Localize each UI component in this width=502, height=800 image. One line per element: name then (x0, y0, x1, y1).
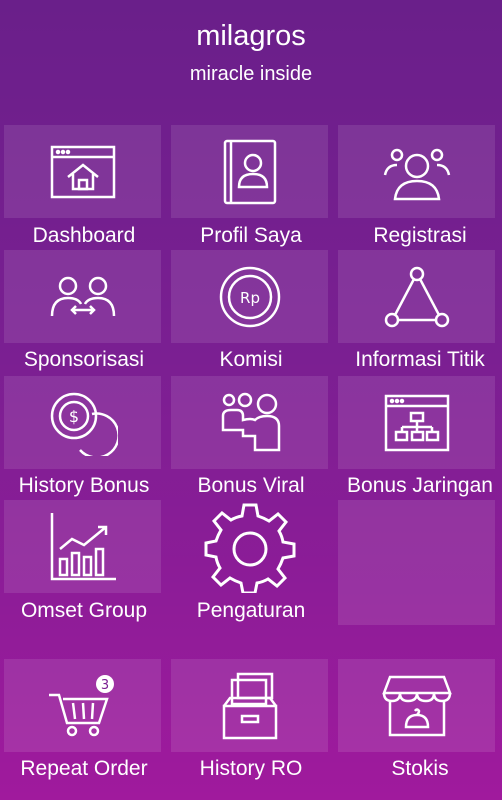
menu-label-pengaturan[interactable]: Pengaturan (161, 599, 341, 623)
menu-label-komisi[interactable]: Komisi (161, 348, 341, 372)
menu-tile-omset-group[interactable] (4, 500, 161, 593)
menu-tile-sponsorisasi[interactable] (4, 250, 161, 343)
registration-icon (383, 148, 450, 200)
menu-tile-bonus-viral[interactable] (171, 376, 328, 469)
menu-label-profil-saya[interactable]: Profil Saya (161, 224, 341, 248)
bar-chart-icon (50, 512, 116, 580)
menu-label-history-ro[interactable]: History RO (161, 757, 341, 781)
menu-tile-bonus-jaringan[interactable] (338, 376, 495, 469)
profile-icon (223, 139, 276, 204)
menu-tile-profil-saya[interactable] (171, 125, 328, 218)
menu-tile-history-bonus[interactable]: $ (4, 376, 161, 469)
app-subtitle: miracle inside (189, 63, 313, 85)
menu-tile-dashboard[interactable] (4, 125, 161, 218)
commission-rp-icon: Rp (219, 266, 280, 327)
menu-tile-repeat-order[interactable]: 3 (4, 659, 161, 752)
cart-badge-count: 3 (100, 678, 108, 693)
empty-tile (338, 500, 495, 625)
svg-text:Rp: Rp (240, 289, 260, 307)
gear-icon (204, 503, 295, 593)
cart-icon: 3 (48, 674, 114, 736)
app-title: milagros (196, 20, 306, 52)
menu-label-repeat-order[interactable]: Repeat Order (0, 757, 174, 781)
sponsor-icon (50, 276, 115, 316)
store-icon (381, 675, 452, 736)
menu-label-history-bonus[interactable]: History Bonus (0, 474, 174, 498)
menu-label-sponsorisasi[interactable]: Sponsorisasi (0, 348, 174, 372)
menu-label-stokis[interactable]: Stokis (330, 757, 502, 781)
network-chart-icon (384, 394, 449, 451)
dashboard-icon (50, 145, 115, 198)
group-people-icon (221, 392, 280, 451)
boxes-icon (222, 672, 277, 739)
network-point-icon (384, 266, 449, 327)
coins-icon: $ (50, 392, 118, 456)
menu-label-bonus-jaringan[interactable]: Bonus Jaringan (330, 474, 502, 498)
menu-tile-stokis[interactable] (338, 659, 495, 752)
menu-label-bonus-viral[interactable]: Bonus Viral (161, 474, 341, 498)
menu-label-omset-group[interactable]: Omset Group (0, 599, 174, 623)
menu-label-informasi-titik[interactable]: Informasi Titik (330, 348, 502, 372)
menu-tile-pengaturan[interactable] (171, 500, 328, 593)
svg-text:$: $ (68, 407, 78, 426)
menu-label-registrasi[interactable]: Registrasi (330, 224, 502, 248)
menu-tile-informasi-titik[interactable] (338, 250, 495, 343)
menu-tile-komisi[interactable]: Rp (171, 250, 328, 343)
menu-tile-registrasi[interactable] (338, 125, 495, 218)
app-header: milagros miracle inside (0, 0, 502, 110)
menu-tile-history-ro[interactable] (171, 659, 328, 752)
menu-label-dashboard[interactable]: Dashboard (0, 224, 174, 248)
